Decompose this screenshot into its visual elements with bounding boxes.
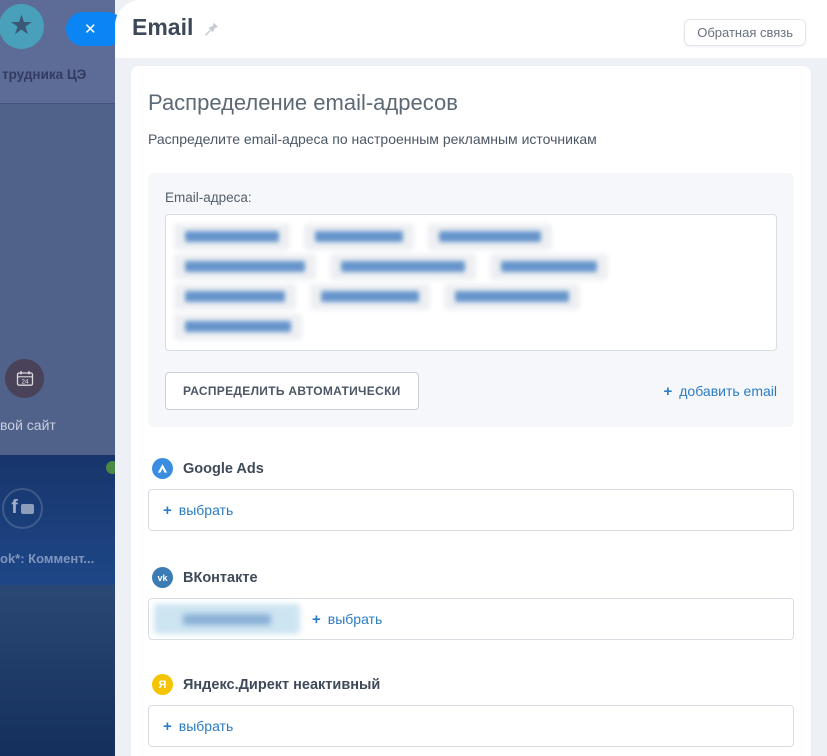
source-name: Google Ads [183, 461, 264, 477]
facebook-comments-icon: f [2, 488, 43, 529]
sidebar-middle-section: 24 вой сайт [0, 104, 115, 455]
choose-label: выбрать [179, 502, 234, 518]
calendar-icon: 24 [16, 370, 34, 387]
facebook-widget-tile[interactable]: f ok*: Коммент... [0, 455, 115, 585]
distribute-automatically-button[interactable]: РАСПРЕДЕЛИТЬ АВТОМАТИЧЕСКИ [165, 372, 419, 410]
page-title-row: Email [132, 14, 220, 41]
email-chip-redacted[interactable] [174, 314, 302, 340]
card-subheading: Распределите email-адреса по настроенным… [148, 131, 794, 147]
redacted-text [183, 614, 271, 625]
google-ads-select-box: + выбрать [148, 489, 794, 531]
card-heading: Распределение email-адресов [148, 90, 794, 116]
favorite-avatar-button[interactable]: ★ [0, 4, 44, 49]
sidebar-top-section: ★ ✕ трудника ЦЭ [0, 0, 115, 104]
source-section-vkontakte: vk ВКонтакте + выбрать [148, 567, 794, 640]
page-title: Email [132, 14, 193, 41]
source-header: Google Ads [152, 458, 794, 479]
email-chip-redacted[interactable] [490, 254, 608, 280]
plus-icon: + [163, 719, 172, 734]
email-chips [174, 224, 768, 340]
choose-yandex-direct-link[interactable]: + выбрать [163, 718, 233, 734]
facebook-icon: f [11, 498, 17, 517]
email-settings-panel: Email Обратная связь Распределение email… [115, 0, 827, 756]
distribution-card: Распределение email-адресов Распределите… [131, 66, 811, 756]
yandex-direct-select-box: + выбрать [148, 705, 794, 747]
email-chip-redacted[interactable] [428, 224, 552, 250]
sidebar: ★ ✕ трудника ЦЭ 24 вой сайт f ok*: Комме… [0, 0, 115, 756]
feedback-button[interactable]: Обратная связь [684, 19, 806, 46]
site-widget-button[interactable]: 24 [5, 359, 44, 398]
email-actions-row: РАСПРЕДЕЛИТЬ АВТОМАТИЧЕСКИ + добавить em… [165, 372, 777, 410]
pin-icon[interactable] [203, 21, 220, 38]
email-chip-redacted[interactable] [444, 284, 580, 310]
source-section-yandex-direct: Я Яндекс.Директ неактивный + выбрать [148, 674, 794, 747]
email-chip-redacted[interactable] [310, 284, 430, 310]
vk-icon: vk [152, 567, 173, 588]
source-section-google-ads: Google Ads + выбрать [148, 458, 794, 531]
vkontakte-select-box: + выбрать [148, 598, 794, 640]
site-widget-label: вой сайт [0, 417, 56, 433]
choose-vkontakte-link[interactable]: + выбрать [312, 611, 382, 627]
email-chip-redacted[interactable] [174, 254, 316, 280]
add-email-label: добавить email [679, 383, 777, 399]
choose-label: выбрать [328, 611, 383, 627]
email-chip-redacted[interactable] [330, 254, 476, 280]
email-addresses-block: Email-адреса: РАСПРЕДЕЛИТЬ АВТОМАТИЧЕСКИ… [148, 173, 794, 427]
email-addresses-label: Email-адреса: [165, 190, 777, 205]
google-ads-icon [152, 458, 173, 479]
yandex-direct-icon: Я [152, 674, 173, 695]
facebook-widget-label: ok*: Коммент... [0, 551, 94, 566]
email-chip-redacted[interactable] [174, 224, 290, 250]
email-chips-box [165, 214, 777, 351]
source-name: ВКонтакте [183, 570, 258, 586]
close-icon: ✕ [84, 22, 97, 37]
source-header: vk ВКонтакте [152, 567, 794, 588]
plus-icon: + [663, 384, 672, 399]
chat-bubble-icon [21, 504, 34, 514]
source-name: Яндекс.Директ неактивный [183, 677, 380, 693]
choose-label: выбрать [179, 718, 234, 734]
add-email-link[interactable]: + добавить email [663, 383, 777, 399]
choose-google-ads-link[interactable]: + выбрать [163, 502, 233, 518]
svg-text:24: 24 [21, 378, 28, 385]
star-icon: ★ [9, 12, 33, 39]
email-chip-redacted[interactable] [304, 224, 414, 250]
source-header: Я Яндекс.Директ неактивный [152, 674, 794, 695]
sidebar-caption: трудника ЦЭ [2, 67, 86, 82]
email-chip-redacted[interactable] [174, 284, 296, 310]
plus-icon: + [163, 503, 172, 518]
selected-audience-chip-redacted[interactable] [154, 604, 300, 634]
panel-header: Email Обратная связь [115, 0, 827, 58]
sidebar-bottom-section [0, 585, 115, 756]
plus-icon: + [312, 612, 321, 627]
